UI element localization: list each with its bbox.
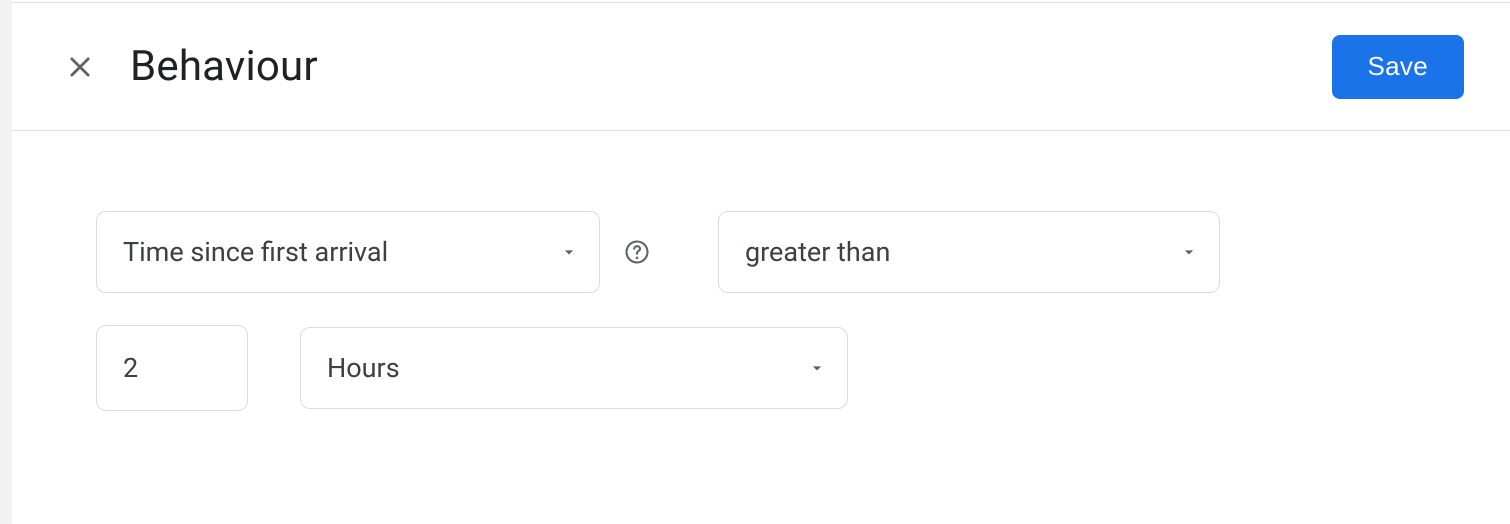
help-icon [623, 238, 651, 266]
background-peek [0, 0, 12, 524]
caret-down-icon [1179, 242, 1199, 262]
caret-down-icon [807, 358, 827, 378]
close-button[interactable] [56, 43, 104, 91]
close-icon [66, 53, 94, 81]
operator-select[interactable]: greater than [718, 211, 1220, 293]
condition-select[interactable]: Time since first arrival [96, 211, 600, 293]
condition-row: Time since first arrival [96, 211, 1426, 293]
dialog-panel: Behaviour Save Time since first arrival [12, 2, 1510, 524]
caret-down-icon [559, 242, 579, 262]
save-button[interactable]: Save [1332, 35, 1464, 99]
dialog-header: Behaviour Save [12, 3, 1510, 131]
unit-select-value: Hours [327, 352, 400, 384]
dialog-body: Time since first arrival [12, 131, 1510, 411]
amount-input[interactable] [96, 325, 248, 411]
dialog-title: Behaviour [130, 42, 318, 91]
value-row: Hours [96, 325, 1426, 411]
help-button[interactable] [618, 233, 656, 271]
unit-select[interactable]: Hours [300, 327, 848, 409]
condition-select-value: Time since first arrival [123, 236, 388, 268]
operator-select-value: greater than [745, 236, 890, 268]
